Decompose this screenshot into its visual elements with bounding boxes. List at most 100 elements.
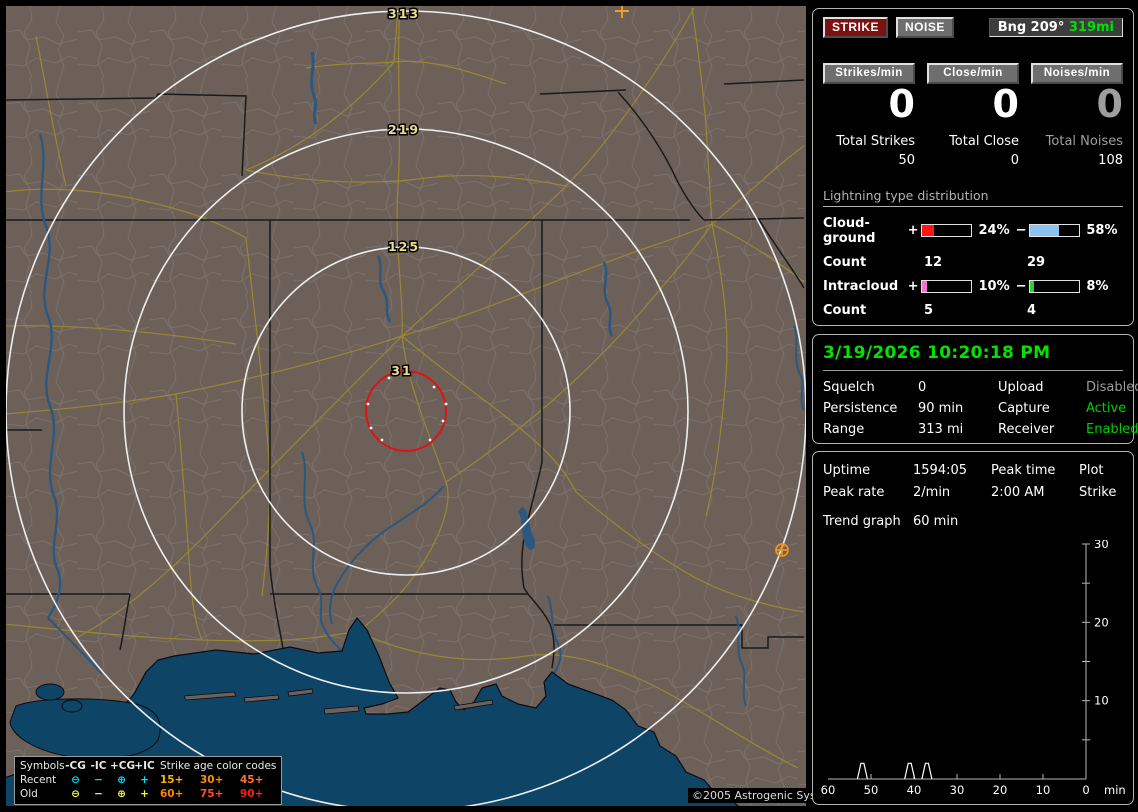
age-code-15: 15+ xyxy=(160,774,184,786)
peak-rate-value: 2/min xyxy=(913,485,951,500)
trend-graph: 10 20 30 60 50 40 30 20 10 0 min xyxy=(818,537,1130,802)
minus-icon: − xyxy=(94,788,103,800)
status-panel: 3/19/2026 10:20:18 PM Squelch 0 Upload D… xyxy=(812,334,1138,444)
peak-rate-label: Peak rate xyxy=(823,485,885,500)
ic-negative-count: 4 xyxy=(1027,302,1037,318)
uptime-label: Uptime xyxy=(823,463,871,478)
noises-per-min-value: 0 xyxy=(1096,82,1123,126)
legend-symbols-header: Symbols xyxy=(20,760,65,772)
svg-text:0: 0 xyxy=(1082,783,1089,797)
ring-label-125: 125 xyxy=(388,239,420,254)
bearing-value: Bng 209° xyxy=(997,20,1065,35)
svg-text:30: 30 xyxy=(1094,540,1109,551)
lightning-map[interactable]: 313 219 125 31 xyxy=(3,4,807,812)
distribution-title: Lightning type distribution xyxy=(823,188,1123,207)
age-code-90: 90+ xyxy=(240,788,264,800)
svg-text:50: 50 xyxy=(864,783,879,797)
cloud-ground-count-row: Count 12 29 xyxy=(823,255,1123,270)
persistence-label: Persistence xyxy=(823,401,898,416)
trend-window-value[interactable]: 60 min xyxy=(913,514,958,529)
ring-label-219: 219 xyxy=(388,122,420,137)
age-code-75: 75+ xyxy=(200,788,224,800)
cg-negative-count: 29 xyxy=(1027,254,1046,270)
intracloud-count-row: Count 5 4 xyxy=(823,303,1123,318)
age-code-30: 30+ xyxy=(200,774,224,786)
ic-positive-count: 5 xyxy=(924,302,934,318)
datetime-display: 3/19/2026 10:20:18 PM xyxy=(823,343,1123,371)
squelch-label: Squelch xyxy=(823,380,875,395)
ic-positive-bar xyxy=(921,279,973,293)
legend-col-pcg: +CG xyxy=(110,760,136,772)
age-code-60: 60+ xyxy=(160,788,184,800)
bearing-range: 319mi xyxy=(1068,20,1114,35)
svg-text:min: min xyxy=(1104,783,1126,797)
plot-mode-value[interactable]: Strike xyxy=(1079,485,1123,500)
plus-icon: + xyxy=(140,788,149,800)
svg-text:60: 60 xyxy=(821,783,836,797)
circled-minus-icon: ⊖ xyxy=(71,788,80,800)
noises-per-min-counter: Noises/min 0 Total Noises 108 xyxy=(1031,63,1123,168)
strikes-per-min-counter: Strikes/min 0 Total Strikes 50 xyxy=(823,63,915,168)
stats-panel: Uptime 1594:05 Peak time Plot Peak rate … xyxy=(812,451,1134,805)
count-label: Count xyxy=(823,302,867,318)
strike-symbol-pcg xyxy=(775,543,789,557)
legend-row-recent-label: Recent xyxy=(20,774,57,786)
ic-negative-pct: 8% xyxy=(1086,278,1109,294)
strike-mode-button[interactable]: STRIKE xyxy=(823,17,889,38)
svg-text:10: 10 xyxy=(1094,694,1109,708)
ring-label-31: 31 xyxy=(391,363,412,378)
persistence-value: 90 min xyxy=(918,401,964,416)
noise-mode-button[interactable]: NOISE xyxy=(896,17,954,38)
upload-label: Upload xyxy=(998,380,1044,395)
plot-header: Plot xyxy=(1079,463,1104,478)
legend-age-header: Strike age color codes xyxy=(160,760,277,772)
count-label: Count xyxy=(823,254,867,270)
upload-status: Disabled xyxy=(1086,380,1138,395)
close-per-min-value: 0 xyxy=(992,82,1019,126)
ic-negative-bar xyxy=(1028,279,1081,293)
svg-text:20: 20 xyxy=(993,783,1008,797)
cg-negative-pct: 58% xyxy=(1086,223,1118,239)
noises-per-min-button[interactable]: Noises/min xyxy=(1031,63,1123,84)
cg-negative-bar xyxy=(1028,224,1081,238)
capture-label: Capture xyxy=(998,401,1050,416)
uptime-value: 1594:05 xyxy=(913,463,968,478)
map-canvas[interactable]: 313 219 125 31 xyxy=(3,4,807,812)
strikes-per-min-value: 0 xyxy=(888,82,915,126)
range-value: 313 mi xyxy=(918,422,964,437)
svg-text:30: 30 xyxy=(950,783,965,797)
total-strikes-value: 50 xyxy=(898,152,915,168)
intracloud-row: Intracloud + 10% − 8% xyxy=(823,279,1123,294)
age-code-45: 45+ xyxy=(240,774,264,786)
legend-col-nic: -IC xyxy=(90,760,107,772)
cg-positive-bar xyxy=(921,224,973,238)
circled-plus-icon: ⊕ xyxy=(117,774,126,786)
ring-label-313: 313 xyxy=(388,6,420,21)
bearing-readout[interactable]: Bng 209° 319mi xyxy=(988,18,1123,37)
close-per-min-button[interactable]: Close/min xyxy=(927,63,1019,84)
cloud-ground-row: Cloud-ground + 24% − 58% xyxy=(823,216,1123,246)
legend-row-old-label: Old xyxy=(20,788,38,800)
strikes-per-min-button[interactable]: Strikes/min xyxy=(823,63,915,84)
cg-positive-pct: 24% xyxy=(978,223,1010,239)
plus-icon: + xyxy=(140,774,149,786)
range-label: Range xyxy=(823,422,865,437)
total-close-value: 0 xyxy=(1010,152,1019,168)
circled-minus-icon: ⊖ xyxy=(71,774,80,786)
close-per-min-counter: Close/min 0 Total Close 0 xyxy=(927,63,1019,168)
capture-status: Active xyxy=(1086,401,1127,416)
plus-sign: + xyxy=(907,223,919,239)
map-legend: Symbols -CG -IC +CG +IC Strike age color… xyxy=(14,756,282,805)
trend-graph-canvas: 10 20 30 60 50 40 30 20 10 0 min xyxy=(821,537,1126,797)
strike-counter-panel: STRIKE NOISE Bng 209° 319mi Strikes/min … xyxy=(812,8,1134,326)
cg-positive-count: 12 xyxy=(924,254,943,270)
peak-time-value: 2:00 AM xyxy=(991,485,1045,500)
ic-positive-pct: 10% xyxy=(978,278,1010,294)
svg-text:10: 10 xyxy=(1036,783,1051,797)
total-strikes-label: Total Strikes xyxy=(836,133,915,149)
minus-sign: − xyxy=(1015,223,1027,239)
minus-icon: − xyxy=(94,774,103,786)
legend-col-ncg: -CG xyxy=(65,760,86,772)
intracloud-label: Intracloud xyxy=(823,278,899,294)
total-close-label: Total Close xyxy=(949,133,1019,149)
